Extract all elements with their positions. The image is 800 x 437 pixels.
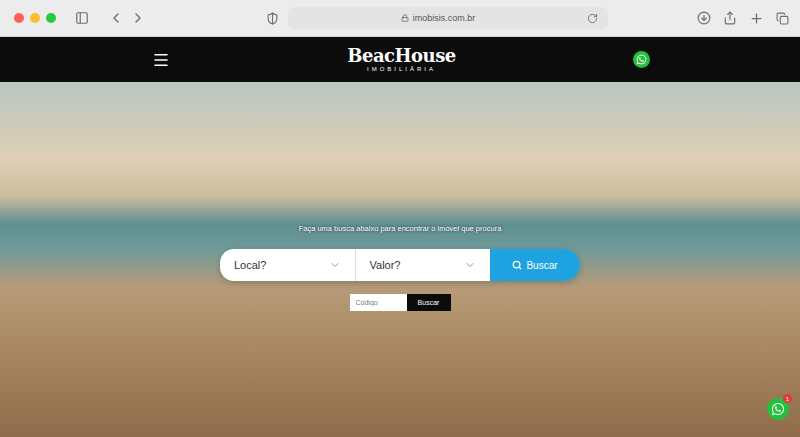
new-tab-icon[interactable] bbox=[748, 10, 764, 26]
search-prompt: Faça uma busca abaixo para encontrar o i… bbox=[299, 224, 502, 233]
privacy-shield-icon[interactable] bbox=[264, 10, 280, 26]
back-icon[interactable] bbox=[108, 10, 124, 26]
notification-badge: 1 bbox=[783, 394, 792, 403]
search-select[interactable]: Local? bbox=[220, 249, 355, 281]
menu-icon[interactable] bbox=[152, 51, 170, 69]
hero-banner: Faça uma busca abaixo para encontrar o i… bbox=[0, 82, 800, 437]
address-text[interactable]: imobisis.com.br bbox=[296, 13, 580, 23]
lock-icon bbox=[401, 14, 409, 22]
sidebar-icon[interactable] bbox=[74, 10, 90, 26]
minimize-button[interactable] bbox=[30, 13, 40, 23]
logo[interactable]: BeacHouseIMOBILIÁRIA bbox=[347, 47, 455, 72]
code-input[interactable] bbox=[350, 294, 407, 311]
chevron-down-icon bbox=[329, 259, 341, 271]
code-search: Buscar bbox=[350, 294, 451, 311]
download-icon[interactable] bbox=[696, 10, 712, 26]
search-icon bbox=[512, 260, 522, 270]
chevron-down-icon bbox=[464, 259, 476, 271]
browser-toolbar: imobisis.com.br bbox=[0, 0, 800, 37]
logo-subtitle: IMOBILIÁRIA bbox=[367, 66, 436, 72]
forward-icon[interactable] bbox=[130, 10, 146, 26]
whatsapp-icon[interactable] bbox=[633, 51, 650, 68]
search-bar: Local?Valor?Buscar bbox=[220, 249, 580, 281]
whatsapp-chat-button[interactable]: 1 bbox=[767, 398, 789, 420]
search-select[interactable]: Valor? bbox=[355, 249, 491, 281]
reload-icon[interactable] bbox=[584, 10, 600, 26]
logo-name: BeacHouse bbox=[347, 47, 455, 65]
zoom-button[interactable] bbox=[46, 13, 56, 23]
code-search-button[interactable]: Buscar bbox=[407, 294, 451, 311]
share-icon[interactable] bbox=[722, 10, 738, 26]
tabs-overview-icon[interactable] bbox=[774, 10, 790, 26]
address-bar[interactable]: imobisis.com.br bbox=[288, 7, 608, 29]
browser-window: imobisis.com.br BeacHouseIMOBILIÁRIA Faça … bbox=[0, 0, 800, 437]
close-button[interactable] bbox=[14, 13, 24, 23]
search-button[interactable]: Buscar bbox=[490, 249, 580, 281]
site-header: BeacHouseIMOBILIÁRIA bbox=[0, 37, 800, 82]
